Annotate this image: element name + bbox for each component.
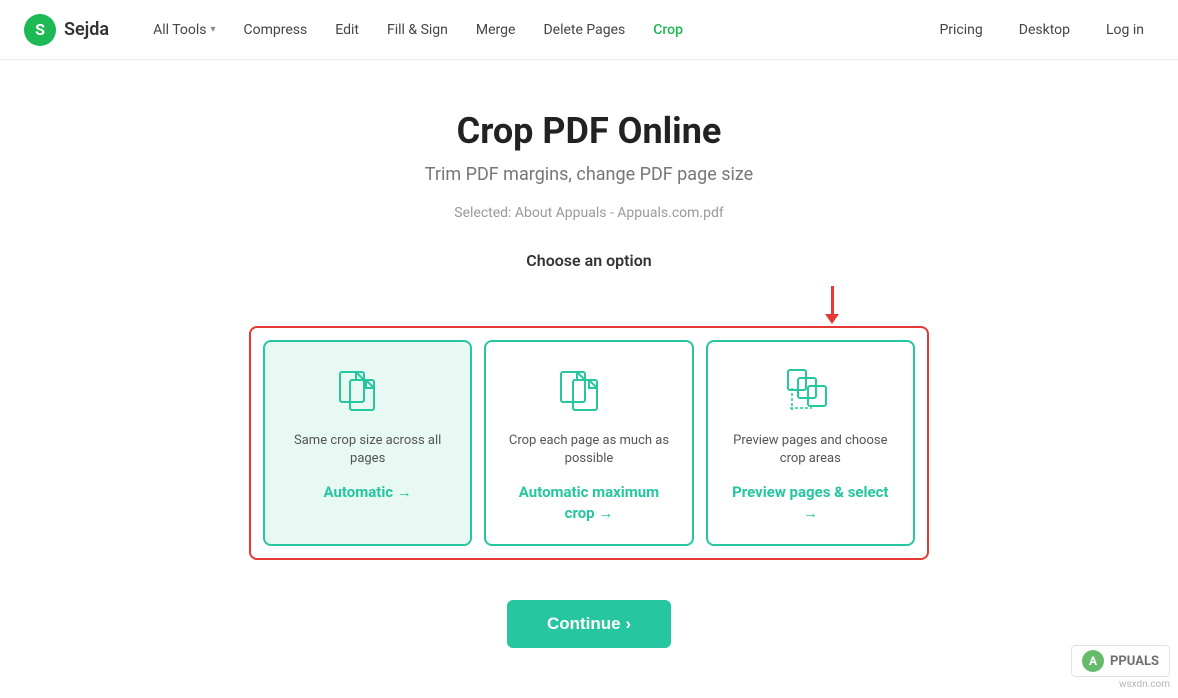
options-container: Same crop size across all pages Automati…	[249, 326, 929, 560]
nav-merge[interactable]: Merge	[464, 14, 528, 46]
watermark-inner: A PPUALS	[1071, 645, 1170, 677]
logo-icon: S	[24, 14, 56, 46]
watermark-url: wsxdn.com	[1071, 679, 1170, 690]
logo[interactable]: S Sejda	[24, 14, 109, 46]
option-card-automatic[interactable]: Same crop size across all pages Automati…	[263, 340, 472, 546]
arrow-container	[249, 286, 929, 326]
nav-all-tools[interactable]: All Tools ▾	[141, 14, 227, 46]
nav-crop[interactable]: Crop	[641, 14, 695, 46]
nav-pricing[interactable]: Pricing	[929, 16, 992, 44]
continue-button[interactable]: Continue ›	[507, 600, 671, 648]
chevron-down-icon: ▾	[211, 24, 216, 35]
automatic-icon	[338, 366, 398, 418]
watermark: A PPUALS wsxdn.com	[1071, 645, 1170, 690]
appuals-logo-char: A	[1082, 650, 1104, 672]
auto-max-icon	[559, 366, 619, 418]
arrow-shaft	[831, 286, 834, 314]
preview-desc: Preview pages and choose crop areas	[724, 432, 897, 468]
auto-max-desc: Crop each page as much as possible	[502, 432, 675, 468]
arrow-head	[825, 314, 839, 324]
nav-fill-sign[interactable]: Fill & Sign	[375, 14, 460, 46]
option-card-preview[interactable]: Preview pages and choose crop areas Prev…	[706, 340, 915, 546]
main-content: Crop PDF Online Trim PDF margins, change…	[0, 60, 1178, 688]
nav-compress[interactable]: Compress	[232, 14, 320, 46]
nav-desktop[interactable]: Desktop	[1009, 16, 1080, 44]
selected-file-label: Selected: About Appuals - Appuals.com.pd…	[454, 205, 723, 221]
nav-edit[interactable]: Edit	[323, 14, 371, 46]
preview-action: Preview pages & select →	[724, 482, 897, 524]
option-card-auto-max[interactable]: Crop each page as much as possible Autom…	[484, 340, 693, 546]
watermark-text: PPUALS	[1110, 654, 1159, 669]
automatic-action: Automatic →	[323, 482, 411, 503]
navbar: S Sejda All Tools ▾ Compress Edit Fill &…	[0, 0, 1178, 60]
logo-text: Sejda	[64, 19, 109, 40]
nav-login[interactable]: Log in	[1096, 16, 1154, 44]
page-title: Crop PDF Online	[457, 110, 722, 152]
page-subtitle: Trim PDF margins, change PDF page size	[425, 164, 753, 185]
automatic-desc: Same crop size across all pages	[281, 432, 454, 468]
red-arrow	[825, 286, 839, 324]
navbar-right: Pricing Desktop Log in	[929, 16, 1154, 44]
preview-icon	[784, 366, 836, 418]
choose-option-label: Choose an option	[526, 251, 651, 270]
auto-max-action: Automatic maximum crop →	[502, 482, 675, 524]
nav-delete-pages[interactable]: Delete Pages	[531, 14, 637, 46]
nav-menu: All Tools ▾ Compress Edit Fill & Sign Me…	[141, 14, 929, 46]
